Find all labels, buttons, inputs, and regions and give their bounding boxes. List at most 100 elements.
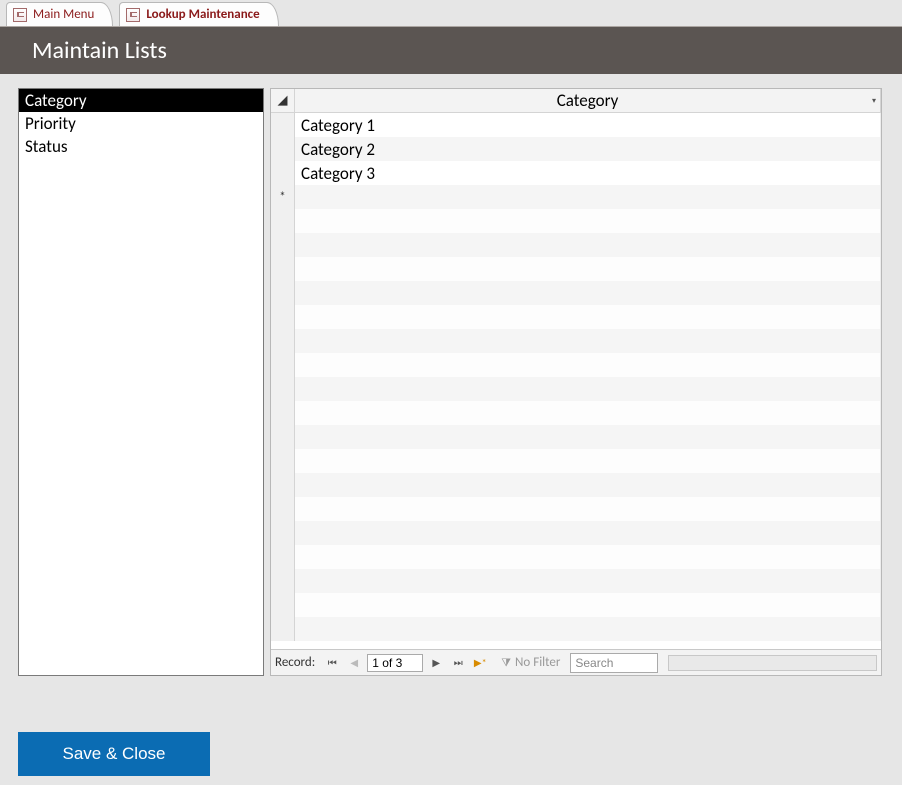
record-navigator: Record: ⏮ ◀ ▶ ⏭ ▶* ⧩ No Filter <box>271 649 881 675</box>
empty-cell <box>295 257 881 281</box>
empty-row <box>271 617 881 641</box>
record-nav-label: Record: <box>275 655 315 670</box>
empty-cell <box>295 353 881 377</box>
cell-category[interactable]: Category 2 <box>295 137 881 161</box>
empty-row <box>271 377 881 401</box>
page-title: Maintain Lists <box>32 36 167 65</box>
table-row[interactable]: Category 3 <box>271 161 881 185</box>
empty-cell <box>295 209 881 233</box>
row-selector <box>271 593 295 617</box>
row-selector <box>271 425 295 449</box>
empty-cell <box>295 497 881 521</box>
select-all-cell[interactable]: ◢ <box>271 89 295 112</box>
row-selector <box>271 497 295 521</box>
empty-cell <box>295 281 881 305</box>
row-selector <box>271 401 295 425</box>
record-position-input[interactable] <box>367 654 423 672</box>
empty-row <box>271 209 881 233</box>
previous-record-button[interactable]: ◀ <box>345 654 363 672</box>
empty-cell <box>295 233 881 257</box>
row-selector <box>271 209 295 233</box>
empty-row <box>271 569 881 593</box>
empty-cell <box>295 545 881 569</box>
horizontal-scrollbar[interactable] <box>668 655 877 671</box>
column-header-label: Category <box>557 90 619 111</box>
last-record-button[interactable]: ⏭ <box>449 654 467 672</box>
datasheet-body: Category 1Category 2Category 3* <box>271 113 881 649</box>
empty-row <box>271 257 881 281</box>
empty-cell <box>295 521 881 545</box>
row-selector <box>271 233 295 257</box>
filter-icon: ⧩ <box>501 656 511 670</box>
list-item-label: Status <box>25 136 68 157</box>
tab-main-menu[interactable]: Main Menu <box>6 2 113 26</box>
empty-row <box>271 497 881 521</box>
filter-indicator[interactable]: ⧩ No Filter <box>501 655 560 670</box>
empty-row <box>271 545 881 569</box>
tab-label: Main Menu <box>33 7 94 22</box>
row-selector[interactable] <box>271 113 295 137</box>
tab-label: Lookup Maintenance <box>146 7 259 22</box>
no-filter-label: No Filter <box>515 655 560 670</box>
column-header-category[interactable]: Category ▾ <box>295 89 881 112</box>
empty-cell <box>295 329 881 353</box>
row-selector[interactable] <box>271 137 295 161</box>
row-selector <box>271 305 295 329</box>
empty-cell <box>295 617 881 641</box>
new-record-button[interactable]: ▶* <box>471 654 489 672</box>
empty-row <box>271 449 881 473</box>
row-selector <box>271 617 295 641</box>
list-item-status[interactable]: Status <box>19 135 263 158</box>
cell-category[interactable]: Category 1 <box>295 113 881 137</box>
row-selector <box>271 473 295 497</box>
row-selector <box>271 377 295 401</box>
empty-row <box>271 521 881 545</box>
empty-row <box>271 281 881 305</box>
list-item-label: Category <box>25 90 87 111</box>
empty-cell <box>295 569 881 593</box>
tab-strip: Main Menu Lookup Maintenance <box>0 0 902 26</box>
row-selector <box>271 449 295 473</box>
table-row[interactable]: Category 1 <box>271 113 881 137</box>
content-area: Category Priority Status ◢ Category ▾ Ca… <box>0 74 902 676</box>
row-selector <box>271 521 295 545</box>
empty-row <box>271 329 881 353</box>
row-selector[interactable] <box>271 161 295 185</box>
empty-row <box>271 305 881 329</box>
table-row[interactable]: Category 2 <box>271 137 881 161</box>
empty-row <box>271 473 881 497</box>
row-selector <box>271 281 295 305</box>
column-filter-dropdown-icon[interactable]: ▾ <box>872 96 876 106</box>
list-selector[interactable]: Category Priority Status <box>18 88 264 676</box>
list-item-priority[interactable]: Priority <box>19 112 263 135</box>
new-record-marker: * <box>271 185 295 209</box>
list-item-label: Priority <box>25 113 76 134</box>
empty-cell <box>295 377 881 401</box>
cell-category[interactable]: Category 3 <box>295 161 881 185</box>
datasheet: ◢ Category ▾ Category 1Category 2Categor… <box>270 88 882 676</box>
empty-cell <box>295 305 881 329</box>
empty-cell <box>295 473 881 497</box>
list-item-category[interactable]: Category <box>19 89 263 112</box>
empty-cell <box>295 401 881 425</box>
tab-lookup-maintenance[interactable]: Lookup Maintenance <box>119 2 278 26</box>
cell-category[interactable] <box>295 185 881 209</box>
empty-row <box>271 425 881 449</box>
new-record-row[interactable]: * <box>271 185 881 209</box>
empty-cell <box>295 425 881 449</box>
save-and-close-button[interactable]: Save & Close <box>18 732 210 776</box>
empty-row <box>271 593 881 617</box>
empty-cell <box>295 593 881 617</box>
empty-row <box>271 233 881 257</box>
empty-row <box>271 353 881 377</box>
first-record-button[interactable]: ⏮ <box>323 654 341 672</box>
row-selector <box>271 353 295 377</box>
form-header: Maintain Lists <box>0 26 902 74</box>
next-record-button[interactable]: ▶ <box>427 654 445 672</box>
datasheet-header: ◢ Category ▾ <box>271 89 881 113</box>
search-input[interactable] <box>570 653 658 673</box>
row-selector <box>271 545 295 569</box>
row-selector <box>271 569 295 593</box>
form-icon <box>13 8 27 22</box>
row-selector <box>271 257 295 281</box>
